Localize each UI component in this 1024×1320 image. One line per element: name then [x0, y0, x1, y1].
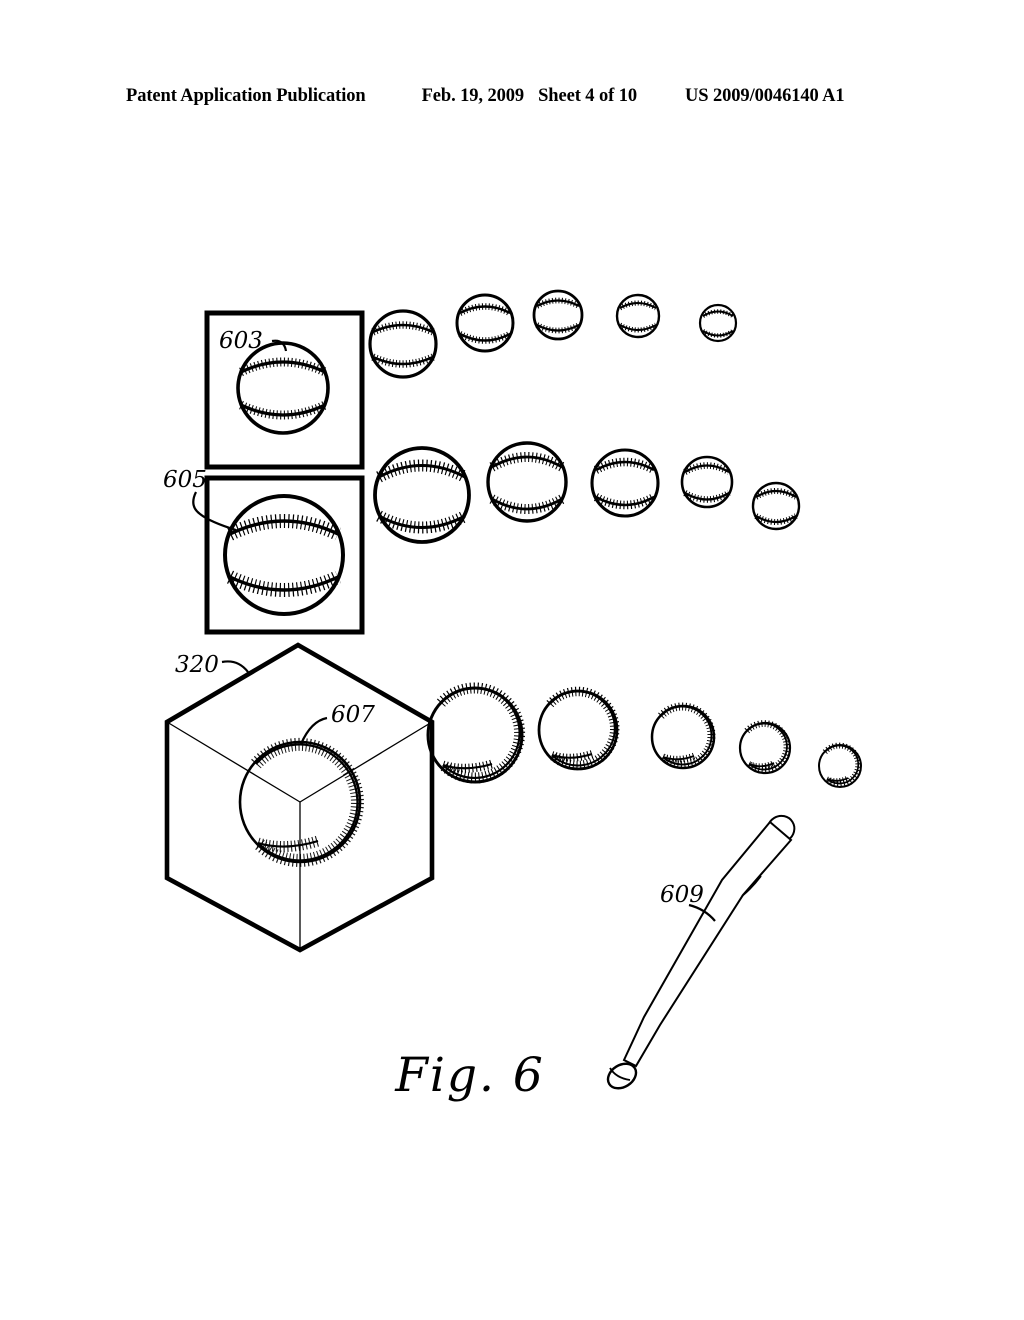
leader-line-320	[221, 660, 249, 673]
baseball-bottom-2	[537, 686, 620, 771]
ref-label-609: 609	[660, 882, 704, 908]
figure-caption: Fig. 6	[395, 1048, 545, 1103]
ref-label-607: 607	[331, 702, 375, 728]
panel-group: 603 605	[163, 310, 365, 635]
figure-6-drawing: 603 605 320 607 609	[163, 289, 862, 1090]
baseball-middle-1	[373, 446, 471, 544]
bat-body	[622, 820, 793, 1068]
cube-320: 320 607	[164, 642, 435, 953]
baseball-middle-2	[486, 441, 568, 523]
baseball-bottom-5	[818, 742, 862, 788]
baseball-middle-4	[680, 455, 734, 509]
baseball-bottom-3	[650, 702, 716, 770]
baseball-top-2	[455, 293, 515, 353]
panel-603: 603	[204, 310, 365, 470]
baseball-row-middle	[373, 441, 801, 544]
panel-605: 605	[163, 467, 365, 635]
ref-label-320: 320	[175, 652, 219, 678]
baseball-row-top	[368, 289, 738, 379]
ref-label-605: 605	[163, 467, 207, 493]
baseball-top-4	[615, 293, 661, 339]
baseball-bottom-4	[738, 720, 792, 775]
baseball-top-1	[368, 309, 438, 379]
baseball-bat-609: 609	[606, 814, 796, 1090]
baseball-top-3	[532, 289, 584, 341]
baseball-middle-5	[751, 481, 801, 531]
baseball-603	[236, 341, 330, 435]
baseball-bottom-1	[426, 682, 526, 784]
baseball-605	[223, 494, 345, 616]
baseball-top-5	[698, 303, 738, 343]
ref-label-603: 603	[219, 328, 263, 354]
patent-page: Patent Application Publication Feb. 19, …	[0, 0, 1024, 1320]
baseball-middle-3	[590, 448, 660, 518]
baseball-row-bottom-outline	[426, 682, 862, 788]
